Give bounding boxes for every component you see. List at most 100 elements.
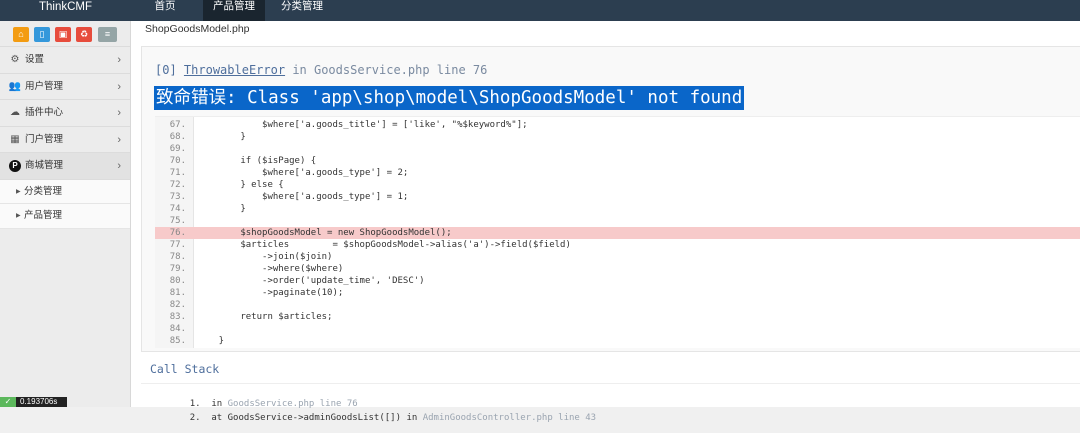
divider <box>141 383 1080 384</box>
stack-item-number: 2. <box>189 413 201 423</box>
line-number: 75. <box>169 216 186 226</box>
main-content: ShopGoodsModel.php [0] ThrowableError in… <box>131 21 1080 423</box>
code-line: 71. $where['a.goods_type'] = 2; <box>155 167 1080 179</box>
sidebar-item-plugins[interactable]: ☁ 插件中心 › <box>0 100 130 127</box>
code-text: ->where($where) <box>197 264 344 274</box>
code-text: ->order('update_time', 'DESC') <box>197 276 425 286</box>
line-number: 81. <box>169 288 186 298</box>
caret-right-icon: ▶ <box>16 213 21 219</box>
sidebar-item-shop[interactable]: P 商城管理 › <box>0 153 130 180</box>
timer-value: 0.193706s <box>20 397 58 406</box>
file-icon[interactable]: ▯ <box>34 27 50 42</box>
exception-class-link[interactable]: ThrowableError <box>184 63 285 77</box>
line-number: 78. <box>169 252 186 262</box>
code-text: return $articles; <box>197 312 333 322</box>
line-number: 73. <box>169 192 186 202</box>
brand-logo[interactable]: ThinkCMF <box>0 0 131 21</box>
gears-icon: ⚙ <box>10 54 20 65</box>
sidebar-item-label: 商城管理 <box>25 160 64 171</box>
code-line: 82. <box>155 299 1080 311</box>
code-text: $where['a.goods_title'] = ['like', "%$ke… <box>197 120 528 130</box>
sidebar-item-label: 门户管理 <box>25 133 64 145</box>
grid-icon: ▦ <box>10 133 20 145</box>
p-icon-glyph: P <box>9 160 21 172</box>
code-line: 78. ->join($join) <box>155 251 1080 263</box>
sidebar-item-label: 用户管理 <box>25 80 64 92</box>
sidebar-item-users[interactable]: 👥 用户管理 › <box>0 74 130 100</box>
line-number: 68. <box>169 132 186 142</box>
nav-item-product-management[interactable]: 产品管理 <box>203 0 265 21</box>
code-line: 67. $where['a.goods_title'] = ['like', "… <box>155 119 1080 131</box>
code-line: 76. $shopGoodsModel = new ShopGoodsModel… <box>155 227 1080 239</box>
code-line: 77. $articles = $shopGoodsModel->alias('… <box>155 239 1080 251</box>
line-number: 77. <box>169 240 186 250</box>
list-icon[interactable]: ≡ <box>98 27 117 42</box>
code-line: 84. <box>155 323 1080 335</box>
code-line: 70. if ($isPage) { <box>155 155 1080 167</box>
trash-icon[interactable]: ▣ <box>55 27 71 42</box>
stack-item-file: AdminGoodsController.php line 43 <box>422 413 597 423</box>
chevron-right-icon: › <box>117 80 121 93</box>
exception-index: [0] <box>155 63 177 77</box>
line-number: 82. <box>169 300 186 310</box>
code-line: 83. return $articles; <box>155 311 1080 323</box>
nav-item-category-management[interactable]: 分类管理 <box>272 0 332 21</box>
sidebar-item-label: 插件中心 <box>25 107 64 118</box>
code-line: 81. ->paginate(10); <box>155 287 1080 299</box>
code-line: 73. $where['a.goods_type'] = 1; <box>155 191 1080 203</box>
code-text: $where['a.goods_type'] = 1; <box>197 192 409 202</box>
page-title: ShopGoodsModel.php <box>145 23 250 35</box>
exception-panel: [0] ThrowableError in GoodsService.php l… <box>141 46 1080 352</box>
sidebar-subitem-category[interactable]: ▶ 分类管理 <box>0 179 130 204</box>
chevron-right-icon: › <box>117 107 121 119</box>
nav-item-home[interactable]: 首页 <box>143 0 187 21</box>
code-text: } <box>197 336 225 346</box>
page-timer[interactable]: ✓ 0.193706s <box>0 397 67 407</box>
line-number: 85. <box>169 336 186 346</box>
code-text: $shopGoodsModel = new ShopGoodsModel(); <box>197 228 452 238</box>
code-text: $articles = $shopGoodsModel->alias('a')-… <box>197 240 571 250</box>
cloud-icon: ☁ <box>10 107 20 118</box>
stack-item-text: at GoodsService->adminGoodsList([]) in <box>211 413 418 423</box>
line-number: 67. <box>169 120 186 130</box>
exception-header: [0] ThrowableError in GoodsService.php l… <box>155 63 487 77</box>
line-number: 71. <box>169 168 186 178</box>
code-text: } <box>197 204 246 214</box>
code-line: 85. } <box>155 335 1080 347</box>
call-stack-title: Call Stack <box>150 362 220 376</box>
code-text: if ($isPage) { <box>197 156 317 166</box>
code-text: } else { <box>197 180 284 190</box>
sidebar-subitem-product[interactable]: ▶ 产品管理 <box>0 204 130 229</box>
error-message: 致命错误: Class 'app\shop\model\ShopGoodsMod… <box>154 86 745 110</box>
line-number: 80. <box>169 276 186 286</box>
home-icon[interactable]: ⌂ <box>13 27 29 42</box>
line-number: 79. <box>169 264 186 274</box>
code-line: 74. } <box>155 203 1080 215</box>
code-line: 79. ->where($where) <box>155 263 1080 275</box>
sidebar-item-settings[interactable]: ⚙ 设置 › <box>0 47 130 74</box>
code-line: 72. } else { <box>155 179 1080 191</box>
code-text: ->join($join) <box>197 252 333 262</box>
code-line: 75. <box>155 215 1080 227</box>
line-number: 74. <box>169 204 186 214</box>
code-line: 68. } <box>155 131 1080 143</box>
code-text: } <box>197 132 246 142</box>
sidebar-item-portal[interactable]: ▦ 门户管理 › <box>0 127 130 153</box>
recycle-icon[interactable]: ♻ <box>76 27 92 42</box>
shortcut-bar: ⌂ ▯ ▣ ♻ ≡ <box>0 21 130 47</box>
sidebar: ⌂ ▯ ▣ ♻ ≡ ⚙ 设置 › 👥 用户管理 › ☁ 插件中心 › ▦ 门户管… <box>0 21 131 407</box>
line-number: 83. <box>169 312 186 322</box>
users-icon: 👥 <box>8 80 22 92</box>
sidebar-item-label: 设置 <box>25 54 45 65</box>
code-block: 67. $where['a.goods_title'] = ['like', "… <box>155 116 1080 348</box>
line-number: 69. <box>169 144 186 154</box>
line-number: 84. <box>169 324 186 334</box>
line-number: 72. <box>169 180 186 190</box>
line-number: 70. <box>169 156 186 166</box>
caret-right-icon: ▶ <box>16 188 21 195</box>
line-number: 76. <box>155 227 186 239</box>
chevron-right-icon: › <box>117 133 121 146</box>
sidebar-subitem-label: 分类管理 <box>24 185 63 197</box>
sidebar-subitem-label: 产品管理 <box>24 210 63 221</box>
code-line: 80. ->order('update_time', 'DESC') <box>155 275 1080 287</box>
